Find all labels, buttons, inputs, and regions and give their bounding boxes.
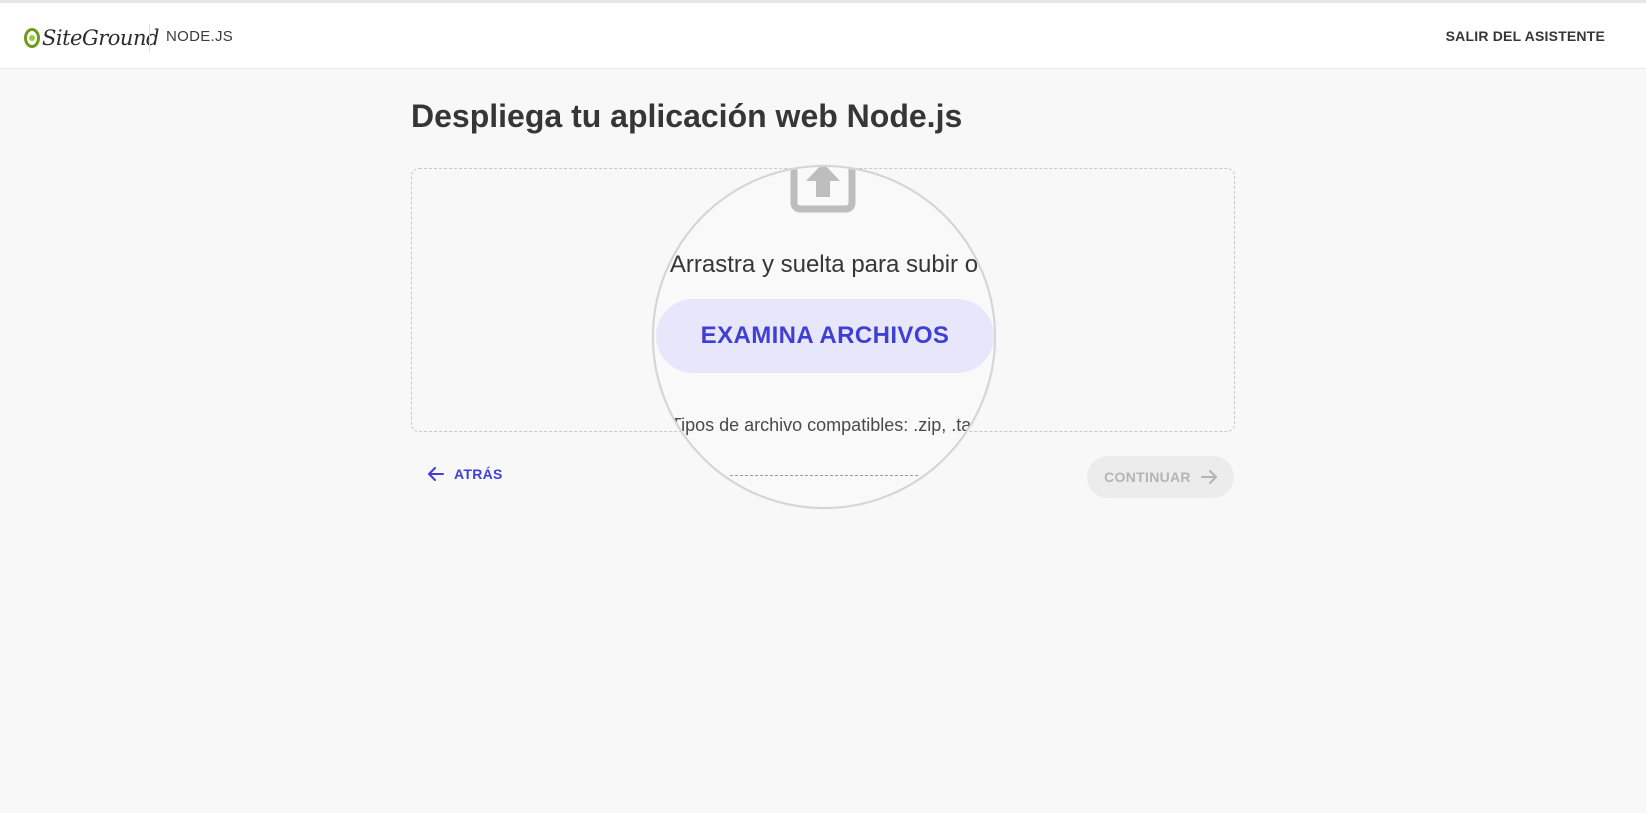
drag-drop-text: Arrastra y suelta para subir o [669, 251, 979, 278]
back-label: ATRÁS [454, 466, 503, 482]
arrow-left-icon [428, 467, 444, 481]
divider-line [730, 475, 918, 476]
exit-wizard-link[interactable]: SALIR DEL ASISTENTE [1446, 28, 1605, 44]
header: SiteGround NODE.JS SALIR DEL ASISTENTE [0, 3, 1646, 69]
page-title: Despliega tu aplicación web Node.js [411, 98, 963, 134]
siteground-logo-icon [24, 28, 40, 48]
siteground-logo[interactable]: SiteGround [24, 24, 159, 52]
arrow-right-icon [1200, 470, 1217, 484]
supported-formats-text: Tipos de archivo compatibles: .zip, .tar [670, 415, 978, 435]
continue-label: CONTINUAR [1104, 469, 1191, 485]
logo-text: SiteGround [42, 26, 159, 50]
back-button[interactable]: ATRÁS [428, 466, 503, 482]
continue-button[interactable]: CONTINUAR [1087, 456, 1234, 498]
magnifier-overlay: Arrastra y suelta para subir o EXAMINA A… [652, 165, 996, 509]
header-divider [149, 24, 150, 52]
upload-icon [790, 167, 856, 213]
browse-files-button[interactable]: EXAMINA ARCHIVOS [656, 299, 994, 373]
product-name: NODE.JS [166, 28, 234, 45]
